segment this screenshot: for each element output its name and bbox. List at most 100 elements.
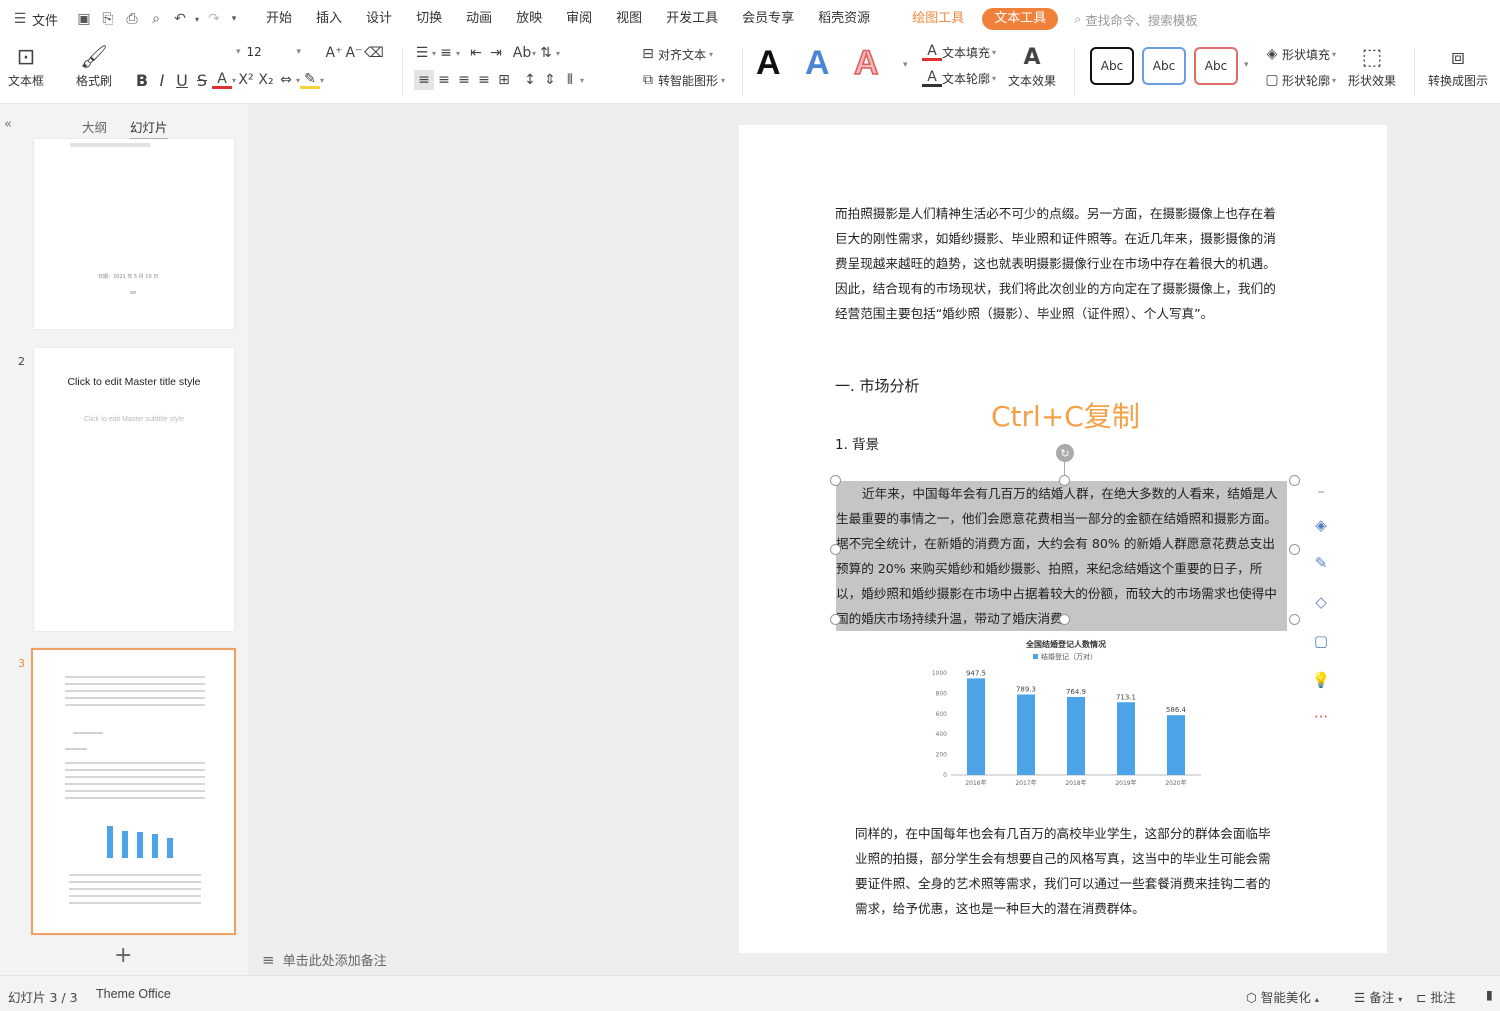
superscript-icon[interactable]: X²: [236, 70, 256, 90]
add-slide-button[interactable]: +: [114, 943, 132, 968]
customize-dropdown-icon[interactable]: ▾: [226, 7, 242, 31]
view-mode-icon[interactable]: ▮: [1486, 987, 1493, 1002]
tab-outline[interactable]: 大纲: [82, 117, 107, 136]
bold-icon[interactable]: B: [132, 70, 152, 90]
pen-icon[interactable]: ✎: [1309, 551, 1333, 575]
resize-handle-tr[interactable]: [1289, 475, 1300, 486]
char-spacing-icon[interactable]: ⇔: [276, 70, 296, 90]
highlight-icon[interactable]: ✎: [300, 71, 321, 89]
beautify-button[interactable]: ⬡ 智能美化 ▴: [1246, 987, 1319, 1006]
text-style-blue[interactable]: A: [805, 44, 830, 83]
align-left-icon[interactable]: ≡: [414, 70, 434, 90]
redo-icon[interactable]: ↷: [202, 7, 226, 31]
resize-handle-bm[interactable]: [1059, 614, 1070, 625]
shape-style-red[interactable]: Abc: [1194, 47, 1238, 85]
tab-developer[interactable]: 开发工具: [654, 0, 730, 38]
theme-name[interactable]: Theme Office: [96, 987, 171, 1001]
resize-handle-ml[interactable]: [830, 544, 841, 555]
italic-icon[interactable]: I: [152, 70, 172, 90]
tab-insert[interactable]: 插入: [304, 0, 354, 38]
text-style-black[interactable]: A: [756, 44, 781, 83]
chart-container[interactable]: 全国结婚登记人数情况 结婚登记（万对） 0 200 400 600 800 1000 947.5…: [921, 635, 1211, 795]
shape-effect-button[interactable]: ⬚ 形状效果: [1348, 42, 1396, 89]
sort-icon[interactable]: ⇅: [536, 43, 556, 63]
tab-text-tools[interactable]: 文本工具: [982, 8, 1059, 30]
collapse-toolbar-icon[interactable]: –: [1309, 479, 1333, 503]
outline-icon[interactable]: ▢: [1309, 629, 1333, 653]
increase-font-icon[interactable]: A⁺: [324, 43, 344, 63]
decrease-indent-icon[interactable]: ⇤: [466, 43, 486, 63]
text-direction-icon[interactable]: Ab: [512, 43, 532, 63]
line-spacing-icon[interactable]: ↕: [520, 70, 540, 90]
convert-chart-button[interactable]: ⧈ 转换成图示: [1428, 42, 1488, 89]
rotate-handle-icon[interactable]: ↻: [1056, 444, 1074, 462]
columns-icon[interactable]: ⫴: [560, 70, 580, 90]
distribute-icon[interactable]: ⊞: [494, 70, 514, 90]
slide-page[interactable]: 而拍照摄影是人们精神生活必不可少的点缀。另一方面，在摄影摄像上也存在着巨大的刚性…: [739, 125, 1387, 953]
text-fill-button[interactable]: A 文本填充 ▾: [922, 43, 996, 61]
graduates-paragraph[interactable]: 同样的，在中国每年也会有几百万的高校毕业学生，这部分的群体会面临毕业照的拍摄，部…: [855, 821, 1282, 921]
fill-icon[interactable]: ◇: [1309, 590, 1333, 614]
tab-transition[interactable]: 切换: [404, 0, 454, 38]
save-icon[interactable]: ▣: [72, 7, 96, 31]
resize-handle-bl[interactable]: [830, 614, 841, 625]
justify-icon[interactable]: ≡: [474, 70, 494, 90]
collapse-panel-icon[interactable]: «: [4, 117, 12, 132]
shape-outline-button[interactable]: ▢ 形状轮廓 ▾: [1262, 70, 1336, 90]
textbox-button[interactable]: ⊡ 文本框: [8, 42, 44, 89]
align-text-button[interactable]: ⊟ 对齐文本 ▾: [638, 44, 713, 64]
slide-thumbnail-1[interactable]: 日期：2021 年 5 月 10 日: [34, 139, 234, 329]
resize-handle-br[interactable]: [1289, 614, 1300, 625]
paragraph-spacing-icon[interactable]: ⇕: [540, 70, 560, 90]
undo-icon[interactable]: ↶: [168, 7, 192, 31]
intro-paragraph[interactable]: 而拍照摄影是人们精神生活必不可少的点缀。另一方面，在摄影摄像上也存在着巨大的刚性…: [835, 201, 1282, 326]
undo-dropdown-icon[interactable]: ▾: [192, 7, 202, 31]
text-style-red[interactable]: A: [853, 43, 879, 83]
hamburger-icon[interactable]: ☰: [8, 7, 32, 31]
format-painter-button[interactable]: 🖌 格式刷: [76, 42, 112, 89]
tab-docer[interactable]: 稻壳资源: [806, 0, 882, 38]
tab-member[interactable]: 会员专享: [730, 0, 806, 38]
print-icon[interactable]: ⎙: [120, 7, 144, 31]
search-box[interactable]: ⌕ 查找命令、搜索模板: [1074, 10, 1198, 29]
lightbulb-icon[interactable]: 💡: [1309, 668, 1333, 692]
align-center-icon[interactable]: ≡: [434, 70, 454, 90]
increase-indent-icon[interactable]: ⇥: [486, 43, 506, 63]
shape-style-black[interactable]: Abc: [1090, 47, 1134, 85]
font-size-select[interactable]: ▾ 12 ▾: [236, 45, 301, 59]
tab-drawing-tools[interactable]: 绘图工具: [900, 0, 976, 38]
comment-button[interactable]: ⊏ 批注: [1416, 987, 1455, 1006]
text-style-more-icon[interactable]: ▾: [903, 60, 908, 70]
text-outline-button[interactable]: A 文本轮廓 ▾: [922, 69, 996, 87]
strikethrough-icon[interactable]: S: [192, 70, 212, 90]
tab-home[interactable]: 开始: [254, 0, 304, 38]
section-heading[interactable]: 一. 市场分析: [835, 375, 920, 396]
shape-style-more-icon[interactable]: ▾: [1244, 60, 1249, 70]
subsection-heading[interactable]: 1. 背景: [835, 433, 879, 453]
resize-handle-tm[interactable]: [1059, 475, 1070, 486]
decrease-font-icon[interactable]: A⁻: [344, 43, 364, 63]
bullet-list-icon[interactable]: ☰: [412, 43, 432, 63]
more-icon[interactable]: ···: [1309, 705, 1333, 729]
resize-handle-tl[interactable]: [830, 475, 841, 486]
tab-view[interactable]: 视图: [604, 0, 654, 38]
menu-file[interactable]: 文件: [32, 10, 58, 29]
tab-slideshow[interactable]: 放映: [504, 0, 554, 38]
subscript-icon[interactable]: X₂: [256, 70, 276, 90]
text-effect-button[interactable]: A 文本效果: [1008, 42, 1056, 89]
shape-fill-button[interactable]: ◈ 形状填充 ▾: [1262, 44, 1336, 64]
background-paragraph[interactable]: 近年来，中国每年会有几百万的结婚人群，在绝大多数的人看来，结婚是人生最重要的事情…: [836, 481, 1287, 631]
shape-style-blue[interactable]: Abc: [1142, 47, 1186, 85]
slide-thumbnail-3[interactable]: [31, 648, 236, 935]
tab-slides[interactable]: 幻灯片: [130, 117, 168, 140]
tab-design[interactable]: 设计: [354, 0, 404, 38]
selected-textbox[interactable]: 近年来，中国每年会有几百万的结婚人群，在绝大多数的人看来，结婚是人生最重要的事情…: [835, 480, 1295, 631]
resize-handle-mr[interactable]: [1289, 544, 1300, 555]
notes-area[interactable]: ≡ 单击此处添加备注: [262, 950, 387, 970]
notes-toggle-button[interactable]: ☰ 备注 ▾: [1354, 987, 1402, 1006]
tab-animation[interactable]: 动画: [454, 0, 504, 38]
tab-review[interactable]: 审阅: [554, 0, 604, 38]
slide-thumbnail-2[interactable]: Click to edit Master title style Click t…: [34, 348, 234, 631]
smart-shape-button[interactable]: ⧉ 转智能图形 ▾: [638, 70, 725, 90]
align-right-icon[interactable]: ≡: [454, 70, 474, 90]
